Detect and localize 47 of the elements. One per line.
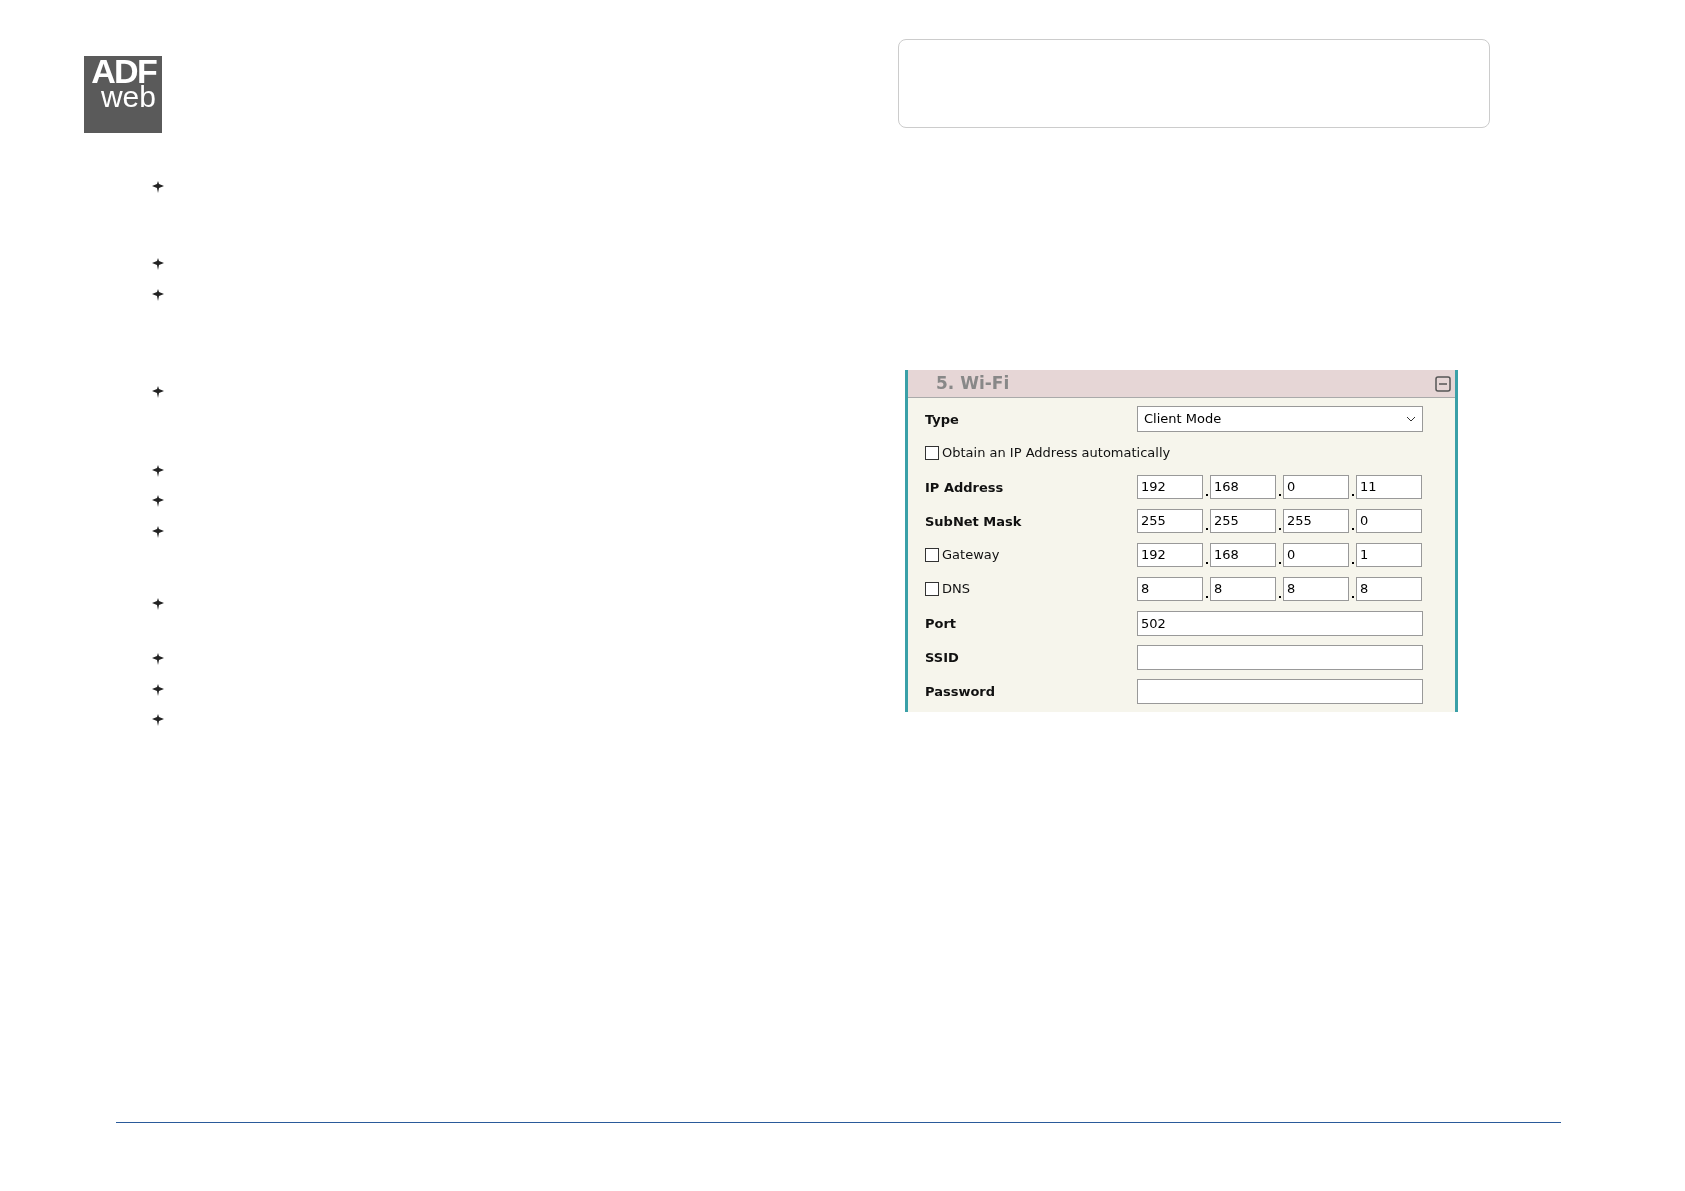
bullet-icon — [152, 653, 164, 665]
octet-field[interactable]: 192 — [1137, 543, 1203, 567]
octet-field[interactable]: 0 — [1283, 475, 1349, 499]
field-label: Gateway — [942, 546, 1000, 565]
text-field[interactable]: 502 — [1137, 610, 1423, 636]
octet-field[interactable]: 8 — [1356, 577, 1422, 601]
octet-field[interactable]: 1 — [1356, 543, 1422, 567]
octet-field[interactable]: 8 — [1137, 577, 1203, 601]
octet-field[interactable]: 0 — [1283, 543, 1349, 567]
octet-field[interactable]: 168 — [1210, 543, 1276, 567]
bullet-icon — [152, 684, 164, 696]
field-label: Type — [925, 412, 959, 427]
octet-field[interactable]: 255 — [1283, 509, 1349, 533]
field-label: DNS — [942, 580, 970, 599]
bullet-icon — [152, 258, 164, 270]
bullet-icon — [152, 289, 164, 301]
field-label: Port — [925, 616, 957, 631]
bullet-icon — [152, 598, 164, 610]
octet-field[interactable]: 11 — [1356, 475, 1422, 499]
chevron-down-icon — [1406, 416, 1416, 422]
checkbox[interactable] — [925, 582, 939, 596]
octet-field[interactable]: 0 — [1356, 509, 1422, 533]
checkbox[interactable] — [925, 446, 939, 460]
octet-field[interactable]: 8 — [1283, 577, 1349, 601]
octet-field[interactable]: 168 — [1210, 475, 1276, 499]
field-label: SubNet Mask — [925, 514, 1022, 529]
bullet-icon — [152, 386, 164, 398]
bullet-icon — [152, 181, 164, 193]
collapse-icon[interactable] — [1435, 375, 1451, 392]
panel-title: 5. Wi-Fi — [936, 371, 1010, 395]
text-field[interactable] — [1137, 644, 1423, 670]
bullet-icon — [152, 465, 164, 477]
text-field[interactable] — [1137, 678, 1423, 704]
octet-field[interactable]: 8 — [1210, 577, 1276, 601]
field-label: Password — [925, 684, 996, 699]
field-label: SSID — [925, 650, 959, 665]
octet-field[interactable]: 255 — [1210, 509, 1276, 533]
octet-field[interactable]: 192 — [1137, 475, 1203, 499]
field-label: Obtain an IP Address automatically — [942, 444, 1171, 463]
checkbox[interactable] — [925, 548, 939, 562]
bullet-icon — [152, 495, 164, 507]
bullet-icon — [152, 526, 164, 538]
octet-field[interactable]: 255 — [1137, 509, 1203, 533]
field-label: IP Address — [925, 480, 1004, 495]
bullet-icon — [152, 714, 164, 726]
logo: ADF web — [84, 56, 162, 133]
type-dropdown[interactable]: Client Mode — [1137, 406, 1423, 432]
